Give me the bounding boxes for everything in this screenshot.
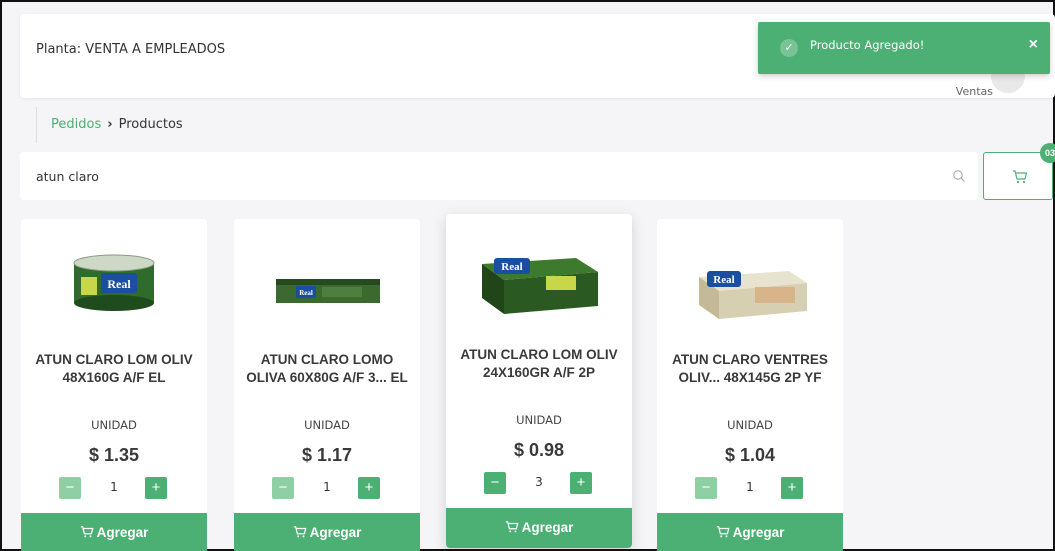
check-icon: ✓ <box>780 39 798 57</box>
cart-count-badge: 03 <box>1040 143 1055 163</box>
plant-label: Planta: VENTA A EMPLEADOS <box>36 42 226 57</box>
add-to-cart-label: Agregar <box>732 525 785 540</box>
breadcrumb: Pedidos › Productos <box>36 107 183 143</box>
quantity-stepper: − 1 + <box>234 477 420 499</box>
decrement-button[interactable]: − <box>484 472 506 494</box>
product-price: $ 1.04 <box>724 445 776 465</box>
svg-text:Real: Real <box>713 274 734 286</box>
double-pack-icon: Real <box>482 258 598 314</box>
svg-text:Real: Real <box>107 277 131 291</box>
product-card: Real ATUN CLARO VENTRES OLIV... 48X145G … <box>657 219 843 551</box>
slim-pack-icon: Real <box>276 279 380 303</box>
cart-icon <box>716 526 730 538</box>
quantity-stepper: − 3 + <box>446 472 632 494</box>
add-to-cart-button[interactable]: Agregar <box>446 508 632 548</box>
quantity-stepper: − 1 + <box>21 477 207 499</box>
quantity-value[interactable]: 1 <box>722 480 778 494</box>
quantity-stepper: − 1 + <box>657 477 843 499</box>
product-unit: UNIDAD <box>304 418 350 432</box>
add-to-cart-label: Agregar <box>96 525 149 540</box>
product-card: Real ATUN CLARO LOM OLIV 24X160GR A/F 2P… <box>446 214 632 548</box>
search-bar <box>20 152 978 200</box>
close-icon[interactable]: × <box>1029 36 1038 54</box>
product-unit: UNIDAD <box>91 418 137 432</box>
decrement-button[interactable]: − <box>695 477 717 499</box>
breadcrumb-current: Productos <box>118 117 183 132</box>
cart-icon <box>1013 170 1028 184</box>
increment-button[interactable]: + <box>145 477 167 499</box>
product-name: ATUN CLARO LOM OLIV 24X160GR A/F 2P <box>460 347 618 380</box>
product-unit: UNIDAD <box>516 413 562 427</box>
toast-message: Producto Agregado! <box>810 38 925 52</box>
add-to-cart-label: Agregar <box>309 525 362 540</box>
user-role-label: Ventas <box>955 85 993 98</box>
add-to-cart-button[interactable]: Agregar <box>234 513 420 551</box>
add-to-cart-button[interactable]: Agregar <box>21 513 207 551</box>
success-toast: ✓ Producto Agregado! × <box>758 22 1050 74</box>
white-pack-icon: Real <box>699 271 807 319</box>
svg-text:Real: Real <box>501 261 522 273</box>
product-name: ATUN CLARO LOMO OLIVA 60X80G A/F 3... EL <box>246 352 408 385</box>
breadcrumb-separator: › <box>107 117 113 132</box>
product-card: Real ATUN CLARO LOM OLIV 48X160G A/F EL … <box>21 219 207 551</box>
quantity-value[interactable]: 1 <box>299 480 355 494</box>
quantity-value[interactable]: 3 <box>511 475 567 489</box>
product-name: ATUN CLARO VENTRES OLIV... 48X145G 2P YF <box>672 352 828 385</box>
search-input[interactable] <box>20 152 978 200</box>
product-price: $ 0.98 <box>513 440 565 460</box>
decrement-button[interactable]: − <box>59 477 81 499</box>
cart-icon <box>80 526 94 538</box>
quantity-value[interactable]: 1 <box>86 480 142 494</box>
product-price: $ 1.35 <box>88 445 140 465</box>
increment-button[interactable]: + <box>781 477 803 499</box>
product-name: ATUN CLARO LOM OLIV 48X160G A/F EL <box>35 352 193 385</box>
product-unit: UNIDAD <box>727 418 773 432</box>
search-icon[interactable] <box>952 169 966 183</box>
increment-button[interactable]: + <box>358 477 380 499</box>
add-to-cart-label: Agregar <box>521 520 574 535</box>
product-card: Real ATUN CLARO LOMO OLIVA 60X80G A/F 3.… <box>234 219 420 551</box>
svg-text:Real: Real <box>299 289 313 297</box>
cart-icon <box>293 526 307 538</box>
decrement-button[interactable]: − <box>272 477 294 499</box>
product-price: $ 1.17 <box>301 445 353 465</box>
increment-button[interactable]: + <box>570 472 592 494</box>
can-icon: Real <box>73 254 155 311</box>
add-to-cart-button[interactable]: Agregar <box>657 513 843 551</box>
cart-icon <box>505 521 519 533</box>
breadcrumb-pedidos-link[interactable]: Pedidos <box>51 117 101 132</box>
